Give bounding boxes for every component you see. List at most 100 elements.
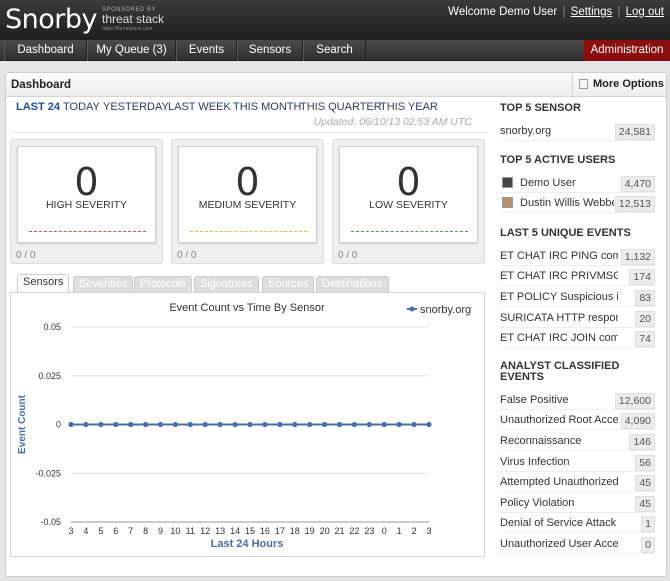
snorby-logo[interactable]: Snorby xyxy=(5,4,98,35)
tab-severities[interactable]: Severities xyxy=(73,276,134,292)
user-welcome: Welcome Demo User | Settings | Log out xyxy=(448,6,664,18)
list-item[interactable]: snorby.org 24,581 xyxy=(500,123,655,141)
list-item[interactable]: Reconnaissance 146 xyxy=(500,433,655,451)
list-item[interactable]: Dustin Willis Webber 12,513 xyxy=(500,195,655,213)
user-count: 12,513 xyxy=(614,196,655,212)
data-point xyxy=(128,421,134,428)
panel-header: Dashboard More Options xyxy=(6,73,666,97)
sponsor-logo[interactable]: SPONSORED BY threat stack https://threat… xyxy=(102,7,164,32)
x-tick-label: 3 xyxy=(426,526,431,536)
more-options-label: More Options xyxy=(593,78,664,90)
nav-dashboard[interactable]: Dashboard xyxy=(4,40,87,61)
filter-last-week[interactable]: LAST WEEK xyxy=(168,101,231,113)
data-point xyxy=(292,421,298,428)
low-severity-card[interactable]: 0 LOW SEVERITY 0 / 0 xyxy=(332,139,485,264)
avatar-icon xyxy=(502,197,513,208)
severity-bar xyxy=(190,231,307,232)
tab-signatures[interactable]: Signatures xyxy=(194,276,259,292)
nav-search[interactable]: Search xyxy=(303,40,366,61)
user-name: Demo User xyxy=(520,177,576,189)
x-tick-label: 7 xyxy=(128,526,133,536)
y-tick-label: 0 xyxy=(56,420,61,430)
event-name: ET CHAT IRC JOIN command xyxy=(500,332,618,344)
x-tick-label: 19 xyxy=(305,526,315,536)
tab-sources[interactable]: Sources xyxy=(262,276,315,292)
user-count: 4,470 xyxy=(620,176,655,192)
list-item[interactable]: False Positive 12,600 xyxy=(500,392,655,410)
y-axis-label: Event Count xyxy=(17,394,28,454)
list-item[interactable]: Virus Infection 56 xyxy=(500,454,655,472)
filter-today[interactable]: TODAY xyxy=(63,101,100,113)
filter-yesterday[interactable]: YESTERDAY xyxy=(103,101,169,113)
list-item[interactable]: Unauthorized User Access 0 xyxy=(500,536,655,554)
top-sensor-heading: TOP 5 SENSOR xyxy=(500,102,581,114)
x-tick-label: 16 xyxy=(260,526,270,536)
data-point xyxy=(366,421,372,428)
event-name: ET POLICY Suspicious inbound xyxy=(500,291,618,303)
list-item[interactable]: ET POLICY Suspicious inbound 83 xyxy=(500,289,655,307)
tab-protocols[interactable]: Protocols xyxy=(134,276,192,292)
severity-label: LOW SEVERITY xyxy=(369,199,448,211)
data-point xyxy=(262,421,268,428)
x-tick-label: 18 xyxy=(290,526,300,536)
severity-box: 0 HIGH SEVERITY xyxy=(17,146,156,243)
data-point xyxy=(217,421,223,428)
severity-ratio: 0 / 0 xyxy=(177,250,197,261)
classified-events-heading: ANALYST CLASSIFIED EVENTS xyxy=(500,360,620,383)
classification-name: False Positive xyxy=(500,394,569,406)
filter-this-year[interactable]: THIS YEAR xyxy=(380,101,438,113)
list-item[interactable]: Unauthorized Root Access 4,090 xyxy=(500,412,655,430)
list-item[interactable]: Attempted Unauthorized... 45 xyxy=(500,474,655,492)
list-item[interactable]: ET CHAT IRC JOIN command 74 xyxy=(500,330,655,348)
classification-name: Attempted Unauthorized... xyxy=(500,476,618,488)
x-tick-label: 6 xyxy=(113,526,118,536)
data-point xyxy=(232,421,238,428)
y-tick-label: -0.05 xyxy=(40,517,61,527)
filter-this-quarter[interactable]: THIS QUARTER xyxy=(300,101,382,113)
x-tick-label: 8 xyxy=(143,526,148,536)
y-tick-label: 0.05 xyxy=(43,322,61,332)
list-item[interactable]: SURICATA HTTP response field 20 xyxy=(500,310,655,328)
data-point xyxy=(336,421,343,428)
nav-sensors[interactable]: Sensors xyxy=(237,40,303,61)
high-severity-card[interactable]: 0 HIGH SEVERITY 0 / 0 xyxy=(10,139,163,264)
severity-box: 0 LOW SEVERITY xyxy=(339,146,478,243)
event-name: SURICATA HTTP response field xyxy=(500,312,618,324)
event-name: ET CHAT IRC PING command xyxy=(500,250,618,262)
x-tick-label: 15 xyxy=(245,526,255,536)
x-tick-label: 11 xyxy=(186,526,195,536)
x-tick-label: 2 xyxy=(412,526,417,536)
avatar-icon xyxy=(502,177,513,188)
classification-name: Virus Infection xyxy=(500,456,570,468)
data-point xyxy=(307,421,313,428)
data-point xyxy=(98,421,104,428)
list-item[interactable]: Demo User 4,470 xyxy=(500,175,655,193)
event-count: 1,132 xyxy=(620,249,655,265)
classification-count: 0 xyxy=(641,537,655,553)
tab-sensors[interactable]: Sensors xyxy=(17,274,70,292)
list-item[interactable]: ET CHAT IRC PRIVMSG 174 xyxy=(500,268,655,286)
filter-last-24[interactable]: LAST 24 xyxy=(16,101,60,113)
more-options-button[interactable]: More Options xyxy=(572,73,666,96)
x-tick-label: 22 xyxy=(349,526,359,536)
settings-link[interactable]: Settings xyxy=(571,6,613,18)
medium-severity-card[interactable]: 0 MEDIUM SEVERITY 0 / 0 xyxy=(171,139,324,264)
panel-title: Dashboard xyxy=(11,79,72,91)
logout-link[interactable]: Log out xyxy=(626,6,664,18)
classification-name: Denial of Service Attack xyxy=(500,517,617,529)
list-item[interactable]: ET CHAT IRC PING command 1,132 xyxy=(500,248,655,266)
nav-my-queue[interactable]: My Queue (3) xyxy=(87,40,176,61)
x-tick-label: 5 xyxy=(98,526,103,536)
x-tick-label: 3 xyxy=(68,526,73,536)
tab-destinations[interactable]: Destinations xyxy=(316,276,389,292)
nav-administration[interactable]: Administration xyxy=(584,40,670,61)
list-item[interactable]: Denial of Service Attack 1 xyxy=(500,515,655,533)
nav-events[interactable]: Events xyxy=(176,40,237,61)
event-count: 174 xyxy=(629,269,655,285)
x-tick-label: 0 xyxy=(382,526,387,536)
welcome-text: Welcome Demo User xyxy=(448,6,558,18)
classification-count: 45 xyxy=(635,475,655,491)
data-point xyxy=(157,421,164,428)
list-item[interactable]: Policy Violation 45 xyxy=(500,495,655,513)
filter-this-month[interactable]: THIS MONTH xyxy=(233,101,301,113)
